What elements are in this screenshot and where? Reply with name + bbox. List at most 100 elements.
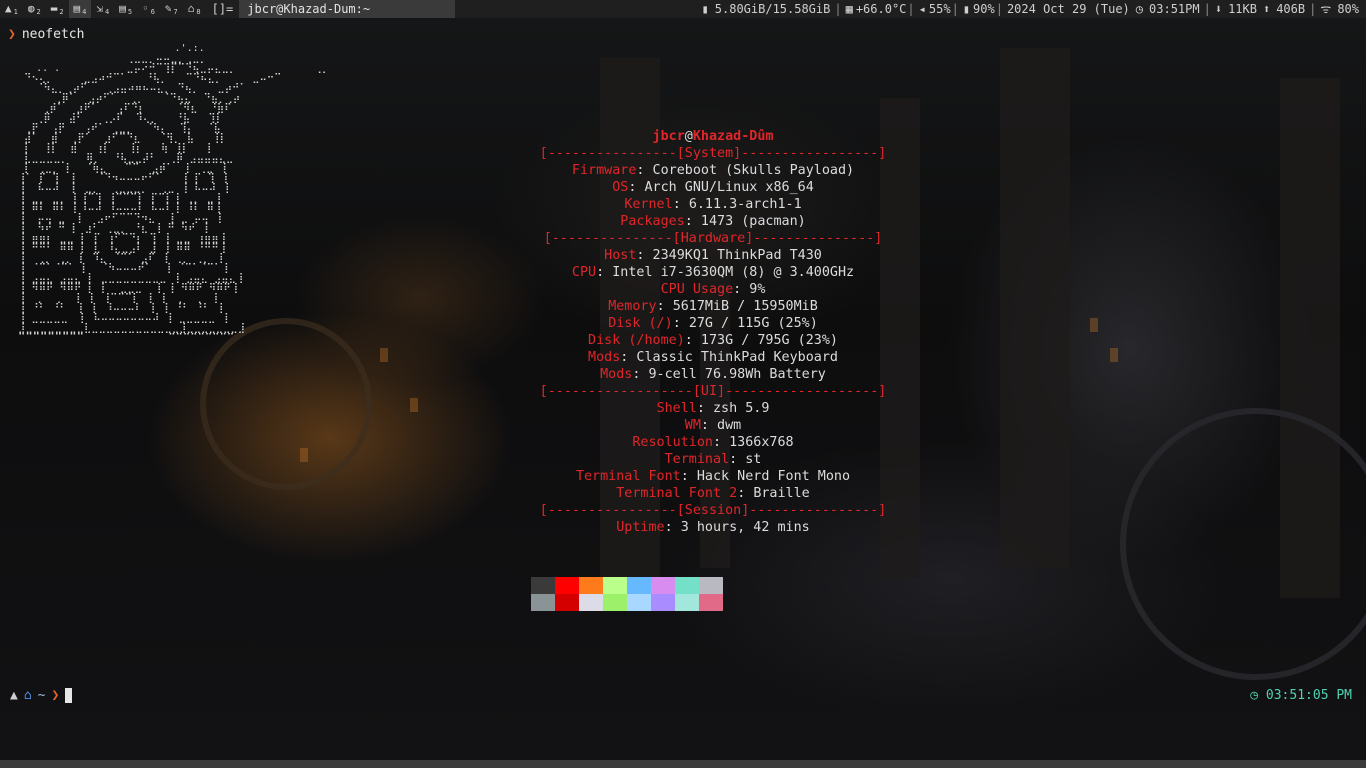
- colon: :: [737, 486, 754, 501]
- download-icon: ⬇: [1214, 2, 1223, 16]
- upload-icon: ⬆: [1262, 2, 1271, 16]
- info-row: Shell: zsh 5.9: [527, 400, 899, 417]
- arch-icon: ▲: [5, 2, 12, 15]
- info-value: 1366x768: [729, 435, 794, 450]
- colon: :: [656, 299, 673, 314]
- section-separator: [---------------[Hardware]--------------…: [527, 230, 899, 247]
- info-key: Terminal: [664, 452, 730, 467]
- tag-number: 1: [13, 8, 18, 16]
- info-row: Terminal Font 2: Braille: [527, 485, 899, 502]
- memory-icon: ▮: [701, 2, 709, 16]
- tag-list: ▲ 1 ◍ 2 ▬ 2 ▤ 4 ⇲ 4 ▤ 5 ◦ 6 ✎ 7 ⌂ 8: [0, 0, 206, 18]
- info-row: Mods: Classic ThinkPad Keyboard: [527, 349, 899, 366]
- current-directory: ~: [37, 688, 46, 703]
- info-row: OS: Arch GNU/Linux x86_64: [527, 179, 899, 196]
- tag-number: 4: [82, 8, 87, 16]
- color-swatch: [531, 577, 555, 594]
- username: jbcr: [652, 129, 685, 144]
- tag-7[interactable]: ◦ 6: [137, 0, 160, 18]
- info-key: Shell: [656, 401, 697, 416]
- user-host-line: jbcr@Khazad-Dûm: [527, 128, 899, 145]
- info-row: Disk (/home): 173G / 795G (23%): [527, 332, 899, 349]
- color-swatch: [651, 594, 675, 611]
- info-key: Firmware: [571, 163, 637, 178]
- colon: :: [632, 367, 649, 382]
- volume-status[interactable]: 55%: [929, 0, 951, 18]
- system-status: ▮ 5.80GiB/15.58GiB | ▦ +66.0°C | ◂ 55% |…: [699, 0, 1366, 18]
- info-key: Host: [604, 248, 637, 263]
- info-value: 1473 (pacman): [700, 214, 806, 229]
- separator-text: [----------------[System]---------------…: [539, 146, 887, 161]
- info-key: Uptime: [616, 520, 665, 535]
- color-swatch: [579, 577, 603, 594]
- info-value: Arch GNU/Linux x86_64: [644, 180, 814, 195]
- top-status-bar: ▲ 1 ◍ 2 ▬ 2 ▤ 4 ⇲ 4 ▤ 5 ◦ 6 ✎ 7 ⌂ 8 []= jbcr@Khazad-Dum:~…: [0, 0, 1366, 18]
- tag-4[interactable]: ▤ 4: [68, 0, 92, 18]
- hostname: Khazad-Dûm: [692, 129, 774, 144]
- color-swatch: [651, 577, 675, 594]
- info-value: 6.11.3-arch1-1: [688, 197, 802, 212]
- info-key: Packages: [620, 214, 685, 229]
- tag-8[interactable]: ✎ 7: [160, 0, 183, 18]
- tag-5[interactable]: ⇲ 4: [91, 0, 114, 18]
- tag-9[interactable]: ⌂ 8: [183, 0, 206, 18]
- colon: :: [596, 265, 613, 280]
- info-value: 173G / 795G (23%): [700, 333, 838, 348]
- ascii-art-logo: .'.:. ⢀⣀⣀⡀⠤⠤⣀⡀⢀⣀⡀ .. . ⣀⡤⠔⠚⠉⢹⡏⠉⠙⢦⣀⡤⣄⣀⡀ ⢀…: [18, 44, 330, 344]
- colon: :: [684, 333, 701, 348]
- info-row: Uptime: 3 hours, 42 mins: [527, 519, 899, 536]
- info-row: WM: dwm: [527, 417, 899, 434]
- tag-number: 5: [127, 8, 133, 16]
- files-icon: ▤: [73, 2, 81, 15]
- active-prompt[interactable]: ▲ ⌂ ~ ❯: [10, 688, 73, 703]
- info-key: CPU: [571, 265, 597, 280]
- tag-1[interactable]: ▲ 1: [0, 0, 23, 18]
- doc-icon: ▤: [119, 2, 126, 15]
- section-separator: [----------------[System]---------------…: [527, 145, 899, 162]
- info-row: CPU Usage: 9%: [527, 281, 899, 298]
- info-row: Terminal: st: [527, 451, 899, 468]
- upload-status: 406B: [1276, 2, 1306, 16]
- tag-6[interactable]: ▤ 5: [114, 0, 137, 18]
- info-row: Mods: 9-cell 76.98Wh Battery: [527, 366, 899, 383]
- divider: |: [1309, 2, 1317, 16]
- info-value: Coreboot (Skulls Payload): [652, 163, 855, 178]
- memory-status: 5.80GiB/15.58GiB: [714, 2, 831, 16]
- tag-3[interactable]: ▬ 2: [46, 0, 69, 18]
- text-cursor[interactable]: [65, 688, 73, 703]
- terminal-window[interactable]: ❯ neofetch .'.:. ⢀⣀⣀⡀⠤⠤⣀⡀⢀⣀⡀ .. . ⣀⡤⠔⠚⠉⢹⡏…: [4, 24, 1362, 760]
- info-row: Disk (/): 27G / 115G (25%): [527, 315, 899, 332]
- info-value: Braille: [753, 486, 810, 501]
- layout-indicator[interactable]: []=: [206, 0, 240, 18]
- color-swatch: [699, 594, 723, 611]
- info-row: Host: 2349KQ1 ThinkPad T430: [527, 247, 899, 264]
- info-key: Disk (/): [608, 316, 673, 331]
- colon: :: [672, 316, 689, 331]
- info-row: Memory: 5617MiB / 15950MiB: [527, 298, 899, 315]
- color-swatch: [675, 594, 699, 611]
- tag-2[interactable]: ◍ 2: [23, 0, 46, 18]
- info-key: Mods: [600, 367, 633, 382]
- info-key: Disk (/home): [588, 333, 685, 348]
- globe-icon: ◍: [27, 2, 35, 15]
- info-value: st: [745, 452, 762, 467]
- info-key: Terminal Font: [575, 469, 681, 484]
- prompt-clock-text: 03:51:05 PM: [1265, 688, 1352, 703]
- info-value: dwm: [717, 418, 742, 433]
- tag-number: 2: [59, 8, 64, 16]
- date-status: 2024 Oct 29 (Tue): [1006, 2, 1130, 16]
- info-value: 27G / 115G (25%): [688, 316, 818, 331]
- colon: :: [680, 469, 697, 484]
- code-icon: ⇲: [96, 2, 103, 15]
- battery-icon: ▮: [962, 2, 971, 16]
- colon: :: [636, 163, 653, 178]
- folder-icon: ▬: [50, 2, 58, 15]
- info-value: zsh 5.9: [713, 401, 770, 416]
- info-key: Resolution: [632, 435, 713, 450]
- colon: :: [729, 452, 746, 467]
- colon: :: [700, 418, 718, 433]
- color-swatch: [603, 577, 627, 594]
- tag-number: 4: [105, 8, 110, 16]
- color-swatch: [675, 577, 699, 594]
- window-title[interactable]: jbcr@Khazad-Dum:~: [239, 0, 456, 18]
